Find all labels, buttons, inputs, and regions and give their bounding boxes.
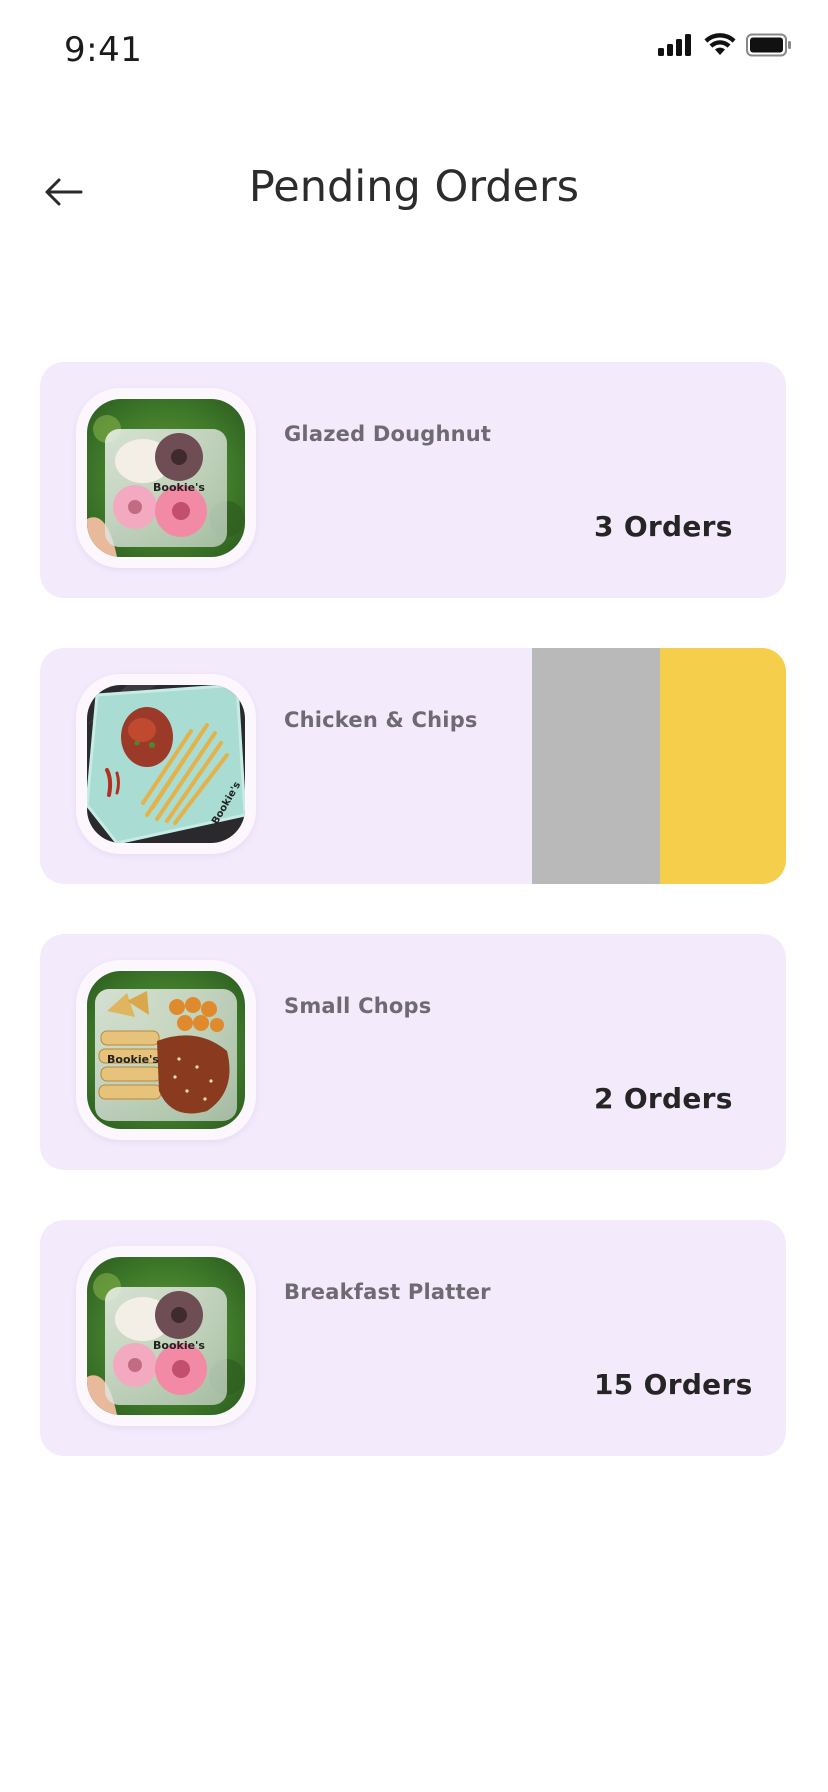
- item-name: Chicken & Chips: [284, 708, 478, 732]
- thumbnail-frame: Bookie's: [76, 388, 256, 568]
- food-thumbnail: Bookie's: [87, 399, 245, 557]
- header: Pending Orders: [0, 140, 828, 240]
- food-thumbnail: Bookie's: [87, 1257, 245, 1415]
- thumbnail-frame: Bookie's: [76, 1246, 256, 1426]
- food-thumbnail: Bookie's: [87, 685, 245, 843]
- battery-icon: [746, 33, 792, 62]
- item-name: Breakfast Platter: [284, 1280, 491, 1304]
- page-title: Pending Orders: [248, 162, 580, 212]
- svg-text:Bookie's: Bookie's: [107, 1053, 159, 1066]
- wifi-icon: [704, 33, 736, 62]
- status-bar: 9:41: [0, 0, 828, 100]
- swipe-actions: [532, 648, 786, 884]
- thumbnail-frame: Bookie's: [76, 960, 256, 1140]
- swipe-action-secondary[interactable]: [532, 648, 660, 884]
- order-count: 2 Orders: [594, 1082, 733, 1115]
- order-card-breakfast-platter[interactable]: Bookie's Breakfast Platter 15 Orders: [40, 1220, 786, 1456]
- signal-icon: [658, 34, 694, 61]
- status-time: 9:41: [64, 30, 143, 70]
- svg-text:Bookie's: Bookie's: [153, 481, 205, 494]
- swipe-action-primary[interactable]: [660, 648, 786, 884]
- order-count: 3 Orders: [594, 510, 733, 543]
- order-list: Bookie's Glazed Doughnut 3 Orders Bookie…: [40, 362, 786, 1506]
- order-count: 15 Orders: [594, 1368, 753, 1401]
- svg-text:Bookie's: Bookie's: [153, 1339, 205, 1352]
- item-name: Small Chops: [284, 994, 432, 1018]
- order-card-chicken-chips[interactable]: Bookie's Chicken & Chips: [40, 648, 786, 884]
- status-icons: [658, 33, 792, 62]
- item-name: Glazed Doughnut: [284, 422, 492, 446]
- thumbnail-frame: Bookie's: [76, 674, 256, 854]
- order-card-small-chops[interactable]: Bookie's Small Chops 2 Orders: [40, 934, 786, 1170]
- food-thumbnail: Bookie's: [87, 971, 245, 1129]
- order-card-glazed-doughnut[interactable]: Bookie's Glazed Doughnut 3 Orders: [40, 362, 786, 598]
